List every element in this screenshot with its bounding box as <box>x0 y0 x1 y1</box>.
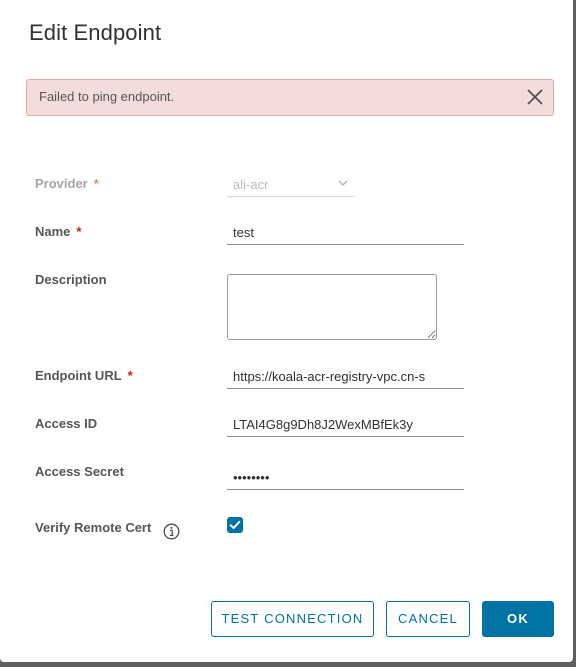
description-label-text: Description <box>35 272 107 287</box>
test-connection-button[interactable]: TEST CONNECTION <box>211 601 374 637</box>
provider-select-value: ali-acr <box>233 177 269 192</box>
dialog-title: Edit Endpoint <box>29 20 162 45</box>
name-input[interactable] <box>227 221 464 245</box>
access-secret-label: Access Secret <box>35 464 124 479</box>
description-label: Description <box>35 272 107 287</box>
access-id-label: Access ID <box>35 416 97 431</box>
endpoint-url-input[interactable] <box>227 365 464 389</box>
cancel-button[interactable]: CANCEL <box>386 601 470 637</box>
endpoint-url-label: Endpoint URL * <box>35 368 133 383</box>
provider-label-text: Provider <box>35 176 88 191</box>
description-textarea[interactable] <box>227 274 437 340</box>
verify-remote-cert-label-text: Verify Remote Cert <box>35 520 152 535</box>
edit-endpoint-dialog: Edit Endpoint Failed to ping endpoint. P… <box>0 0 573 662</box>
access-secret-label-text: Access Secret <box>35 464 124 479</box>
access-secret-input[interactable] <box>227 466 464 490</box>
required-marker: * <box>127 368 133 383</box>
access-id-label-text: Access ID <box>35 416 98 431</box>
required-marker: * <box>76 224 82 239</box>
name-label-text: Name <box>35 224 71 239</box>
provider-label: Provider * <box>35 176 99 191</box>
endpoint-url-label-text: Endpoint URL <box>35 368 122 383</box>
access-id-input[interactable] <box>227 413 464 437</box>
ok-button[interactable]: OK <box>482 601 554 637</box>
alert-message: Failed to ping endpoint. <box>39 89 175 104</box>
checkmark-icon <box>229 520 241 529</box>
verify-remote-cert-label: Verify Remote Cert <box>35 520 151 535</box>
error-alert: Failed to ping endpoint. <box>26 79 554 116</box>
provider-select[interactable]: ali-acr <box>227 172 354 197</box>
verify-remote-cert-checkbox[interactable] <box>227 517 243 533</box>
info-icon[interactable] <box>163 523 180 540</box>
chevron-down-icon <box>338 180 348 186</box>
required-marker: * <box>93 176 99 191</box>
name-label: Name * <box>35 224 81 239</box>
close-icon[interactable] <box>525 87 545 107</box>
